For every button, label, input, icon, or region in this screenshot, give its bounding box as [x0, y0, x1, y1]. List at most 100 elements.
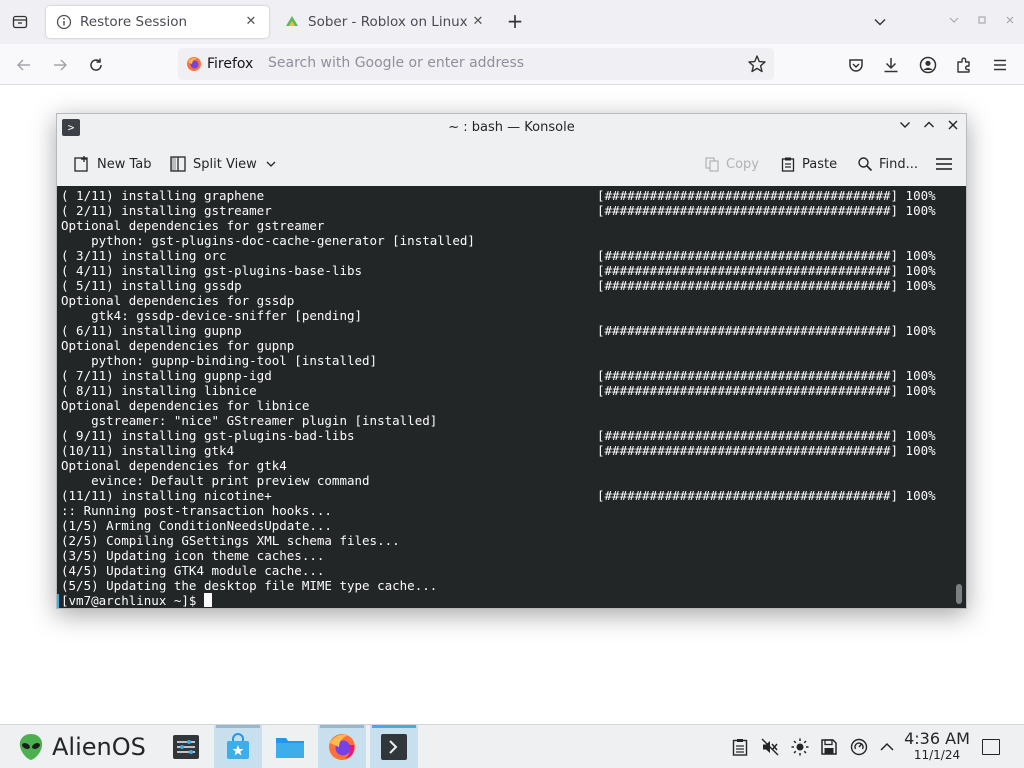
- firefox-view-button[interactable]: [8, 10, 32, 34]
- terminal-line: Optional dependencies for gstreamer: [61, 218, 475, 233]
- forward-button[interactable]: [47, 52, 73, 78]
- tab-sober[interactable]: Sober - Roblox on Linux ✕: [274, 6, 496, 38]
- terminal-line: ( 5/11) installing gssdp [###############…: [61, 278, 936, 293]
- chevron-down-icon: [900, 122, 910, 128]
- reload-icon: [90, 58, 102, 71]
- close-tab-icon[interactable]: ✕: [470, 14, 486, 30]
- file-manager-icon: [276, 738, 304, 758]
- tray-clipboard[interactable]: [730, 737, 750, 757]
- maximize-window-button[interactable]: [974, 12, 990, 32]
- close-tab-icon[interactable]: ✕: [243, 14, 259, 30]
- minimize-window-button[interactable]: [896, 119, 914, 137]
- progress-bar-text: [######################################]…: [597, 188, 936, 203]
- star-icon: [748, 55, 766, 73]
- search-icon: [857, 156, 873, 172]
- account-button[interactable]: [916, 53, 940, 77]
- terminal-line-text: ( 3/11) installing orc: [61, 248, 227, 263]
- storage-icon: [821, 739, 837, 755]
- split-view-icon: [169, 155, 187, 173]
- konsole-window: > ~ : bash — Konsole New Tab Split View: [56, 113, 967, 609]
- new-tab-button[interactable]: +: [503, 10, 527, 34]
- close-window-button[interactable]: [944, 119, 962, 137]
- tray-storage[interactable]: [819, 737, 839, 757]
- terminal-line-text: (5/5) Updating the desktop file MIME typ…: [61, 578, 438, 593]
- tab-label: Sober - Roblox on Linux: [308, 14, 468, 30]
- task-discover[interactable]: [214, 725, 262, 768]
- bookmark-star-button[interactable]: [746, 53, 768, 75]
- copy-icon: [704, 156, 720, 172]
- split-view-label: Split View: [193, 156, 257, 172]
- brightness-icon: [791, 738, 809, 756]
- task-file-manager[interactable]: [266, 725, 314, 768]
- copy-button[interactable]: Copy: [704, 153, 759, 175]
- terminal-line-text: ( 1/11) installing graphene: [61, 188, 265, 203]
- identity-box[interactable]: Firefox: [186, 55, 253, 73]
- task-konsole[interactable]: [370, 725, 418, 768]
- pocket-icon: [849, 59, 863, 72]
- maximize-icon: [978, 16, 986, 24]
- terminal-view[interactable]: ( 1/11) installing graphene [############…: [57, 186, 966, 608]
- terminal-line: Optional dependencies for gssdp: [61, 293, 475, 308]
- digital-clock[interactable]: 4:36 AM 11/1/24: [900, 730, 974, 763]
- tab-restore-session[interactable]: Restore Session ✕: [46, 6, 269, 38]
- progress-bar-text: [######################################]…: [597, 248, 936, 263]
- app-menu-button[interactable]: [988, 53, 1012, 77]
- find-button[interactable]: Find...: [857, 153, 918, 175]
- minimize-icon: [949, 17, 959, 23]
- forward-arrow-icon: [54, 59, 67, 71]
- progress-bar-text: [######################################]…: [597, 263, 936, 278]
- task-firefox[interactable]: [318, 725, 366, 768]
- konsole-menu-button[interactable]: [935, 153, 953, 175]
- launcher-label: AlienOS: [52, 733, 146, 761]
- tray-updates[interactable]: [849, 737, 869, 757]
- text-cursor: [204, 593, 212, 607]
- downloads-button[interactable]: [879, 53, 903, 77]
- list-all-tabs-button[interactable]: [868, 10, 892, 34]
- alien-icon: [19, 734, 43, 760]
- close-window-button[interactable]: [1002, 12, 1018, 32]
- terminal-output: ( 1/11) installing graphene [############…: [61, 188, 936, 608]
- progress-bar-text: [######################################]…: [597, 428, 936, 443]
- firefox-logo-icon: [187, 57, 201, 71]
- terminal-line: (4/5) Updating GTK4 module cache...: [61, 563, 475, 578]
- paste-icon: [780, 156, 796, 172]
- konsole-titlebar[interactable]: > ~ : bash — Konsole: [57, 114, 966, 142]
- split-view-button[interactable]: Split View: [169, 153, 277, 175]
- show-desktop-button[interactable]: [982, 739, 1000, 755]
- terminal-line: ( 1/11) installing graphene [############…: [61, 188, 936, 203]
- terminal-line-text: ( 7/11) installing gupnp-igd: [61, 368, 272, 383]
- terminal-scrollbar[interactable]: [956, 584, 962, 604]
- application-launcher[interactable]: AlienOS: [18, 731, 146, 763]
- reload-button[interactable]: [83, 52, 109, 78]
- terminal-line-text: Optional dependencies for gstreamer: [61, 218, 325, 233]
- terminal-line-text: ( 4/11) installing gst-plugins-base-libs: [61, 263, 363, 278]
- paste-button[interactable]: Paste: [780, 153, 837, 175]
- terminal-line-text: ( 2/11) installing gstreamer: [61, 203, 272, 218]
- terminal-line: (11/11) installing nicotine+ [###########…: [61, 488, 936, 503]
- url-input[interactable]: Search with Google or enter address: [268, 55, 524, 71]
- terminal-line-text: (11/11) installing nicotine+: [61, 488, 272, 503]
- pocket-button[interactable]: [844, 53, 868, 77]
- terminal-line: ( 4/11) installing gst-plugins-base-libs…: [61, 263, 936, 278]
- terminal-line-text: Optional dependencies for libnice: [61, 398, 310, 413]
- progress-bar-text: [######################################]…: [597, 368, 936, 383]
- terminal-line-text: (2/5) Compiling GSettings XML schema fil…: [61, 533, 400, 548]
- tray-brightness[interactable]: [790, 737, 810, 757]
- tray-expand-button[interactable]: [877, 737, 897, 757]
- sober-icon: [284, 14, 300, 30]
- firefox-icon: [329, 734, 355, 760]
- back-button[interactable]: [11, 52, 37, 78]
- maximize-window-button[interactable]: [920, 119, 938, 137]
- address-bar[interactable]: Firefox Search with Google or enter addr…: [178, 48, 774, 80]
- progress-bar-text: [######################################]…: [597, 323, 936, 338]
- terminal-line: python: gst-plugins-doc-cache-generator …: [61, 233, 475, 248]
- terminal-line-text: Optional dependencies for gupnp: [61, 338, 295, 353]
- task-system-settings[interactable]: [162, 725, 210, 768]
- terminal-line: (1/5) Arming ConditionNeedsUpdate...: [61, 518, 475, 533]
- terminal-line: ( 7/11) installing gupnp-igd [###########…: [61, 368, 936, 383]
- extensions-button[interactable]: [952, 53, 976, 77]
- tray-volume[interactable]: [760, 737, 780, 757]
- terminal-line-text: (10/11) installing gtk4: [61, 443, 235, 458]
- minimize-window-button[interactable]: [946, 12, 962, 32]
- new-tab-button[interactable]: New Tab: [73, 153, 152, 175]
